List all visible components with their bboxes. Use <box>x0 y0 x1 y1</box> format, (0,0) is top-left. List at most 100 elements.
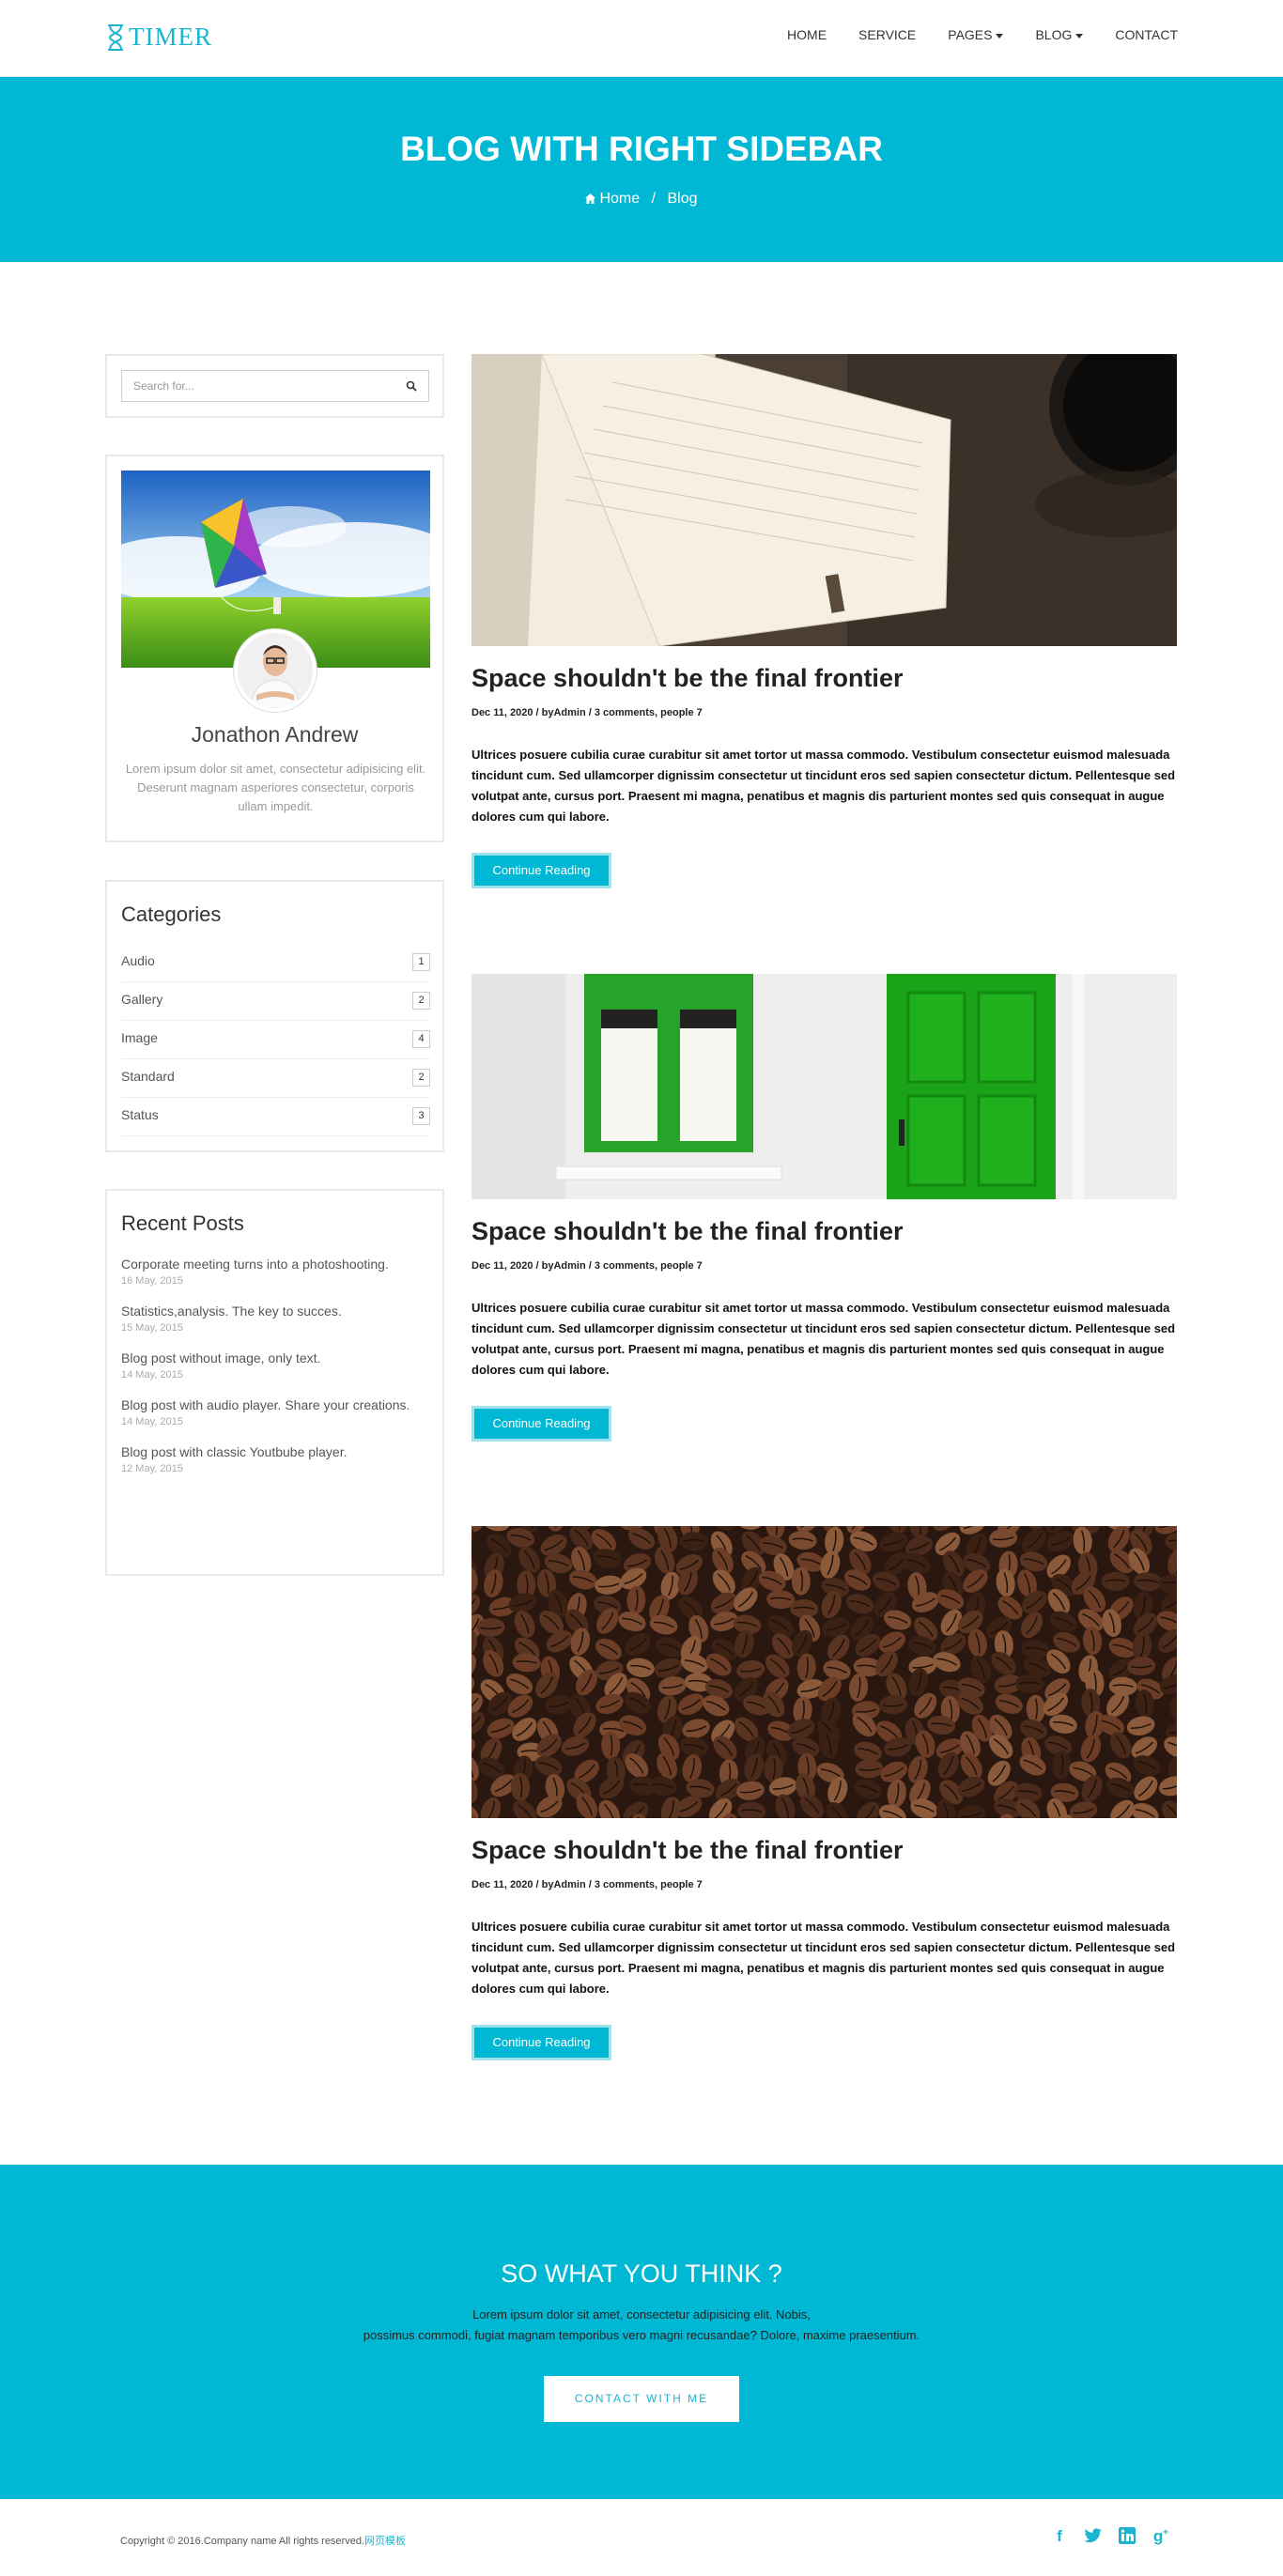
search-icon[interactable] <box>406 380 417 392</box>
recent-post-item: Corporate meeting turns into a photoshoo… <box>121 1255 430 1289</box>
post-meta: Dec 11, 2020 / byAdmin / 3 comments, peo… <box>471 707 703 718</box>
category-count: 2 <box>412 992 430 1010</box>
search-placeholder: Search for... <box>133 379 194 393</box>
category-label: Status <box>121 1107 159 1122</box>
profile-widget: Jonathon Andrew Lorem ipsum dolor sit am… <box>105 455 444 842</box>
recent-post-date: 12 May, 2015 <box>121 1463 183 1474</box>
recent-post-item: Blog post with classic Youtbube player. 1… <box>121 1442 430 1477</box>
blog-post: Space shouldn't be the final frontier De… <box>471 1526 1177 2066</box>
search-widget: Search for... <box>105 354 444 418</box>
post-image-coffee-beans[interactable] <box>471 1526 1177 1818</box>
recent-post-link[interactable]: Blog post with audio player. Share your … <box>121 1396 430 1414</box>
post-meta: Dec 11, 2020 / byAdmin / 3 comments, peo… <box>471 1879 703 1890</box>
blog-post: Space shouldn't be the final frontier De… <box>471 354 1177 894</box>
post-title[interactable]: Space shouldn't be the final frontier <box>471 1217 903 1246</box>
recent-posts-list: Corporate meeting turns into a photoshoo… <box>121 1255 430 1489</box>
profile-bio: Lorem ipsum dolor sit amet, consectetur … <box>125 762 426 813</box>
search-input[interactable]: Search for... <box>121 370 429 402</box>
cta-title: SO WHAT YOU THINK ? <box>501 2260 782 2288</box>
post-meta: Dec 11, 2020 / byAdmin / 3 comments, peo… <box>471 1260 703 1272</box>
recent-post-item: Blog post with audio player. Share your … <box>121 1396 430 1430</box>
copyright: Copyright © 2016.Company name All rights… <box>120 2533 406 2548</box>
nav-home[interactable]: HOME <box>787 27 827 42</box>
categories-title: Categories <box>121 902 222 926</box>
post-image-notebook[interactable] <box>471 354 1177 646</box>
footer: Copyright © 2016.Company name All rights… <box>0 2499 1283 2576</box>
category-item[interactable]: Audio 1 <box>121 944 430 982</box>
post-excerpt: Ultrices posuere cubilia curae curabitur… <box>471 748 1176 824</box>
contact-cta-section: SO WHAT YOU THINK ? Lorem ipsum dolor si… <box>0 2165 1283 2499</box>
category-count: 1 <box>412 953 430 971</box>
category-label: Standard <box>121 1069 175 1084</box>
nav-home-label: HOME <box>787 27 827 42</box>
google-plus-icon[interactable]: g+ <box>1152 2527 1170 2546</box>
nav-service-label: SERVICE <box>858 27 917 42</box>
continue-reading-button[interactable]: Continue Reading <box>471 853 611 888</box>
category-item[interactable]: Status 3 <box>121 1098 430 1136</box>
cta-text: Lorem ipsum dolor sit amet, consectetur … <box>0 2305 1283 2346</box>
contact-with-me-button[interactable]: CONTACT WITH ME <box>544 2376 739 2422</box>
recent-post-date: 14 May, 2015 <box>121 1369 183 1381</box>
category-count: 2 <box>412 1069 430 1087</box>
category-item[interactable]: Standard 2 <box>121 1059 430 1098</box>
nav-pages[interactable]: PAGES <box>948 27 1004 42</box>
recent-post-link[interactable]: Blog post with classic Youtbube player. <box>121 1442 430 1461</box>
cta-text-line-1: Lorem ipsum dolor sit amet, consectetur … <box>472 2307 811 2321</box>
template-link[interactable]: 网页模板 <box>364 2536 406 2547</box>
nav-blog[interactable]: BLOG <box>1035 27 1084 42</box>
top-navbar: TIMER HOME SERVICE PAGES BLOG CONTACT <box>0 0 1283 77</box>
recent-post-date: 16 May, 2015 <box>121 1275 183 1287</box>
nav-service[interactable]: SERVICE <box>858 27 916 42</box>
social-links: f g+ <box>1035 2527 1170 2546</box>
post-image-green-door[interactable] <box>471 974 1177 1199</box>
category-count: 3 <box>412 1107 430 1125</box>
categories-list: Audio 1 Gallery 2 Image 4 Standard 2 Status 3 <box>121 944 430 1136</box>
recent-post-date: 15 May, 2015 <box>121 1322 183 1334</box>
nav-contact[interactable]: CONTACT <box>1115 27 1178 42</box>
page-title: BLOG WITH RIGHT SIDEBAR <box>400 130 883 168</box>
continue-reading-button[interactable]: Continue Reading <box>471 1406 611 1442</box>
nav-blog-label: BLOG <box>1035 27 1073 42</box>
page: TIMER HOME SERVICE PAGES BLOG CONTACT BL… <box>0 0 1283 2576</box>
categories-widget: Categories Audio 1 Gallery 2 Image 4 Standa… <box>105 880 444 1152</box>
recent-posts-title: Recent Posts <box>121 1211 244 1235</box>
caret-down-icon <box>1075 33 1084 39</box>
category-label: Image <box>121 1030 158 1045</box>
recent-post-link[interactable]: Blog post without image, only text. <box>121 1349 430 1367</box>
post-excerpt: Ultrices posuere cubilia curae curabitur… <box>471 1920 1176 1996</box>
category-item[interactable]: Gallery 2 <box>121 982 430 1021</box>
nav-contact-label: CONTACT <box>1115 27 1178 42</box>
recent-post-link[interactable]: Corporate meeting turns into a photoshoo… <box>121 1255 430 1273</box>
recent-post-item: Blog post without image, only text. 14 Ma… <box>121 1349 430 1383</box>
recent-posts-widget: Recent Posts Corporate meeting turns int… <box>105 1189 444 1576</box>
site-logo[interactable]: TIMER <box>105 23 212 52</box>
breadcrumb-separator: / <box>651 191 657 207</box>
post-title[interactable]: Space shouldn't be the final frontier <box>471 1836 903 1865</box>
profile-name: Jonathon Andrew <box>191 722 359 747</box>
breadcrumb-home[interactable]: Home <box>599 191 640 207</box>
post-excerpt: Ultrices posuere cubilia curae curabitur… <box>471 1301 1176 1377</box>
linkedin-icon[interactable] <box>1118 2527 1136 2546</box>
category-item[interactable]: Image 4 <box>121 1021 430 1059</box>
breadcrumb: Home / Blog <box>0 191 1283 208</box>
category-label: Audio <box>121 953 155 968</box>
facebook-icon[interactable]: f <box>1050 2527 1069 2546</box>
cta-text-line-2: possimus commodi, fugiat magnam temporib… <box>363 2328 920 2342</box>
blog-post: Space shouldn't be the final frontier De… <box>471 974 1177 1443</box>
home-icon <box>585 193 596 204</box>
category-label: Gallery <box>121 992 163 1007</box>
breadcrumb-current: Blog <box>667 191 698 207</box>
main-menu: HOME SERVICE PAGES BLOG CONTACT <box>755 27 1178 42</box>
nav-pages-label: PAGES <box>948 27 993 42</box>
continue-reading-button[interactable]: Continue Reading <box>471 2025 611 2060</box>
recent-post-date: 14 May, 2015 <box>121 1416 183 1427</box>
page-banner: BLOG WITH RIGHT SIDEBAR Home / Blog <box>0 77 1283 262</box>
logo-text: TIMER <box>129 23 212 51</box>
caret-down-icon <box>996 33 1004 39</box>
category-count: 4 <box>412 1030 430 1048</box>
twitter-icon[interactable] <box>1084 2527 1103 2546</box>
hourglass-icon <box>108 23 123 51</box>
post-title[interactable]: Space shouldn't be the final frontier <box>471 664 903 693</box>
recent-post-link[interactable]: Statistics,analysis. The key to succes. <box>121 1302 430 1320</box>
recent-post-item: Statistics,analysis. The key to succes. 1… <box>121 1302 430 1336</box>
